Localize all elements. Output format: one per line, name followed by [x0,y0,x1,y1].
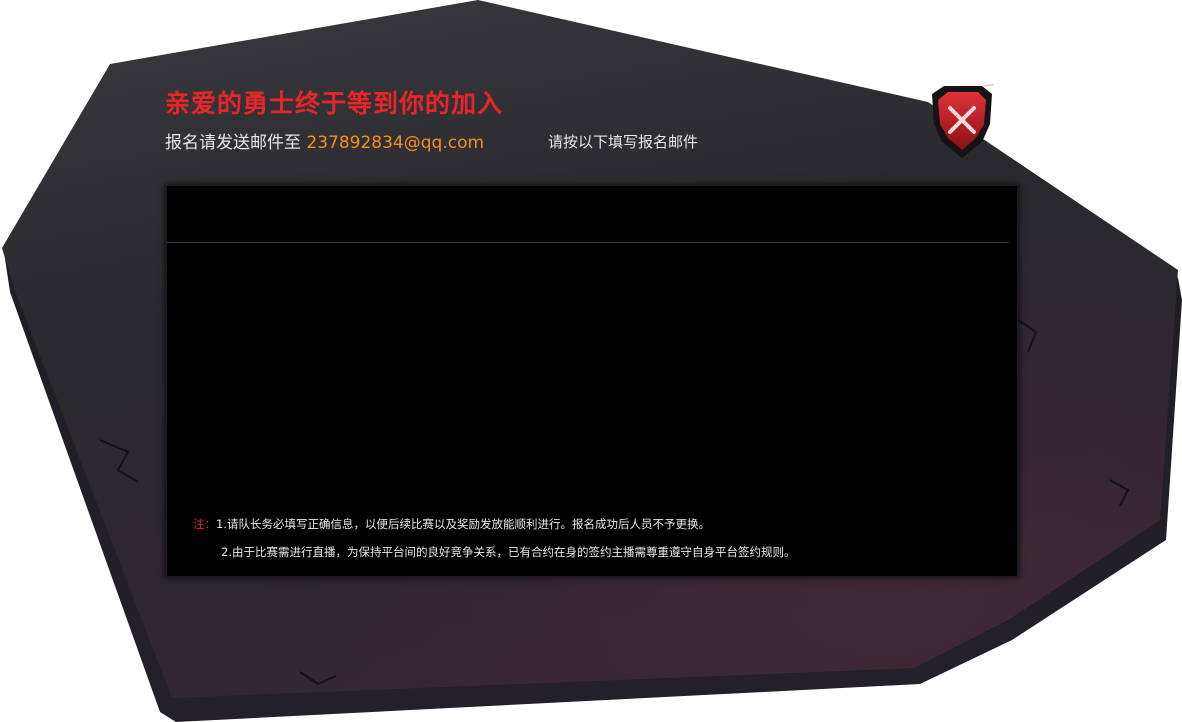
email-address[interactable]: 237892834@qq.com [306,133,484,153]
note-text-2: 2.由于比赛需进行直播，为保持平台间的良好竞争关系，已有合约在身的签约主播需尊重… [221,545,796,559]
notes: 注：1.请队长务必填写正确信息，以便后续比赛以及奖励发放能顺利进行。报名成功后人… [193,510,795,566]
signup-dialog: 亲爱的勇士终于等到你的加入 报名请发送邮件至 237892834@qq.com … [0,0,1182,722]
note-2: 2.由于比赛需进行直播，为保持平台间的良好竞争关系，已有合约在身的签约主播需尊重… [193,538,795,566]
close-button[interactable] [930,83,999,158]
email-line: 报名请发送邮件至 237892834@qq.com [165,128,484,153]
close-icon [932,83,999,158]
email-instruction: 请按以下填写报名邮件 [548,133,699,151]
note-text-1: 1.请队长务必填写正确信息，以便后续比赛以及奖励发放能顺利进行。报名成功后人员不… [216,517,710,531]
email-prefix: 报名请发送邮件至 [165,133,301,153]
note-1: 注：1.请队长务必填写正确信息，以便后续比赛以及奖励发放能顺利进行。报名成功后人… [193,510,795,538]
form-panel: 注：1.请队长务必填写正确信息，以便后续比赛以及奖励发放能顺利进行。报名成功后人… [167,186,1017,576]
note-prefix: 注： [193,517,216,531]
panel-divider [167,242,1009,243]
dialog-title: 亲爱的勇士终于等到你的加入 [165,89,504,118]
